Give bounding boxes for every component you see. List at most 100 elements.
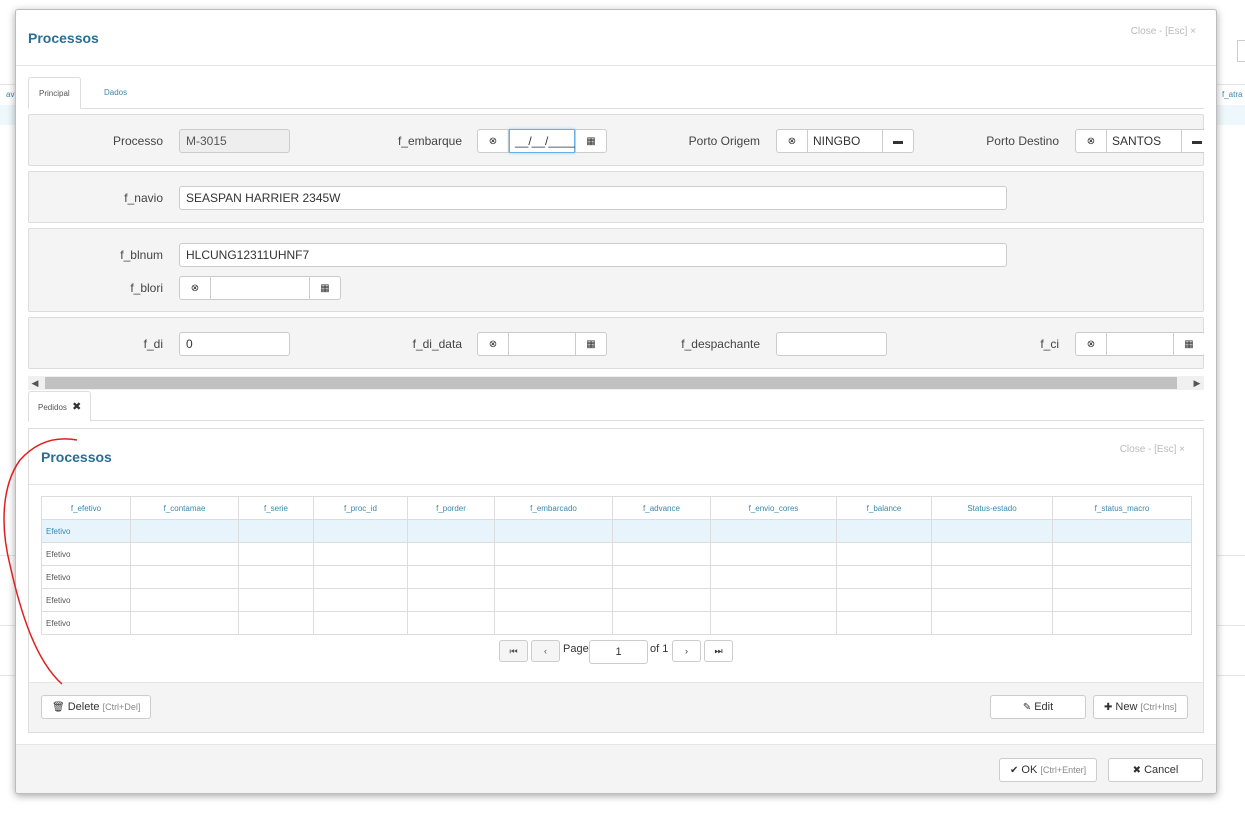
table-cell	[130, 519, 239, 543]
form-row-bl: f_blnum HLCUNG12311UHNF7 f_blori ⊗ ▦	[28, 228, 1204, 312]
tab-pedidos[interactable]: Pedidos ✖	[28, 391, 92, 422]
last-page-icon[interactable]: ⏭	[704, 640, 733, 662]
horizontal-scrollbar[interactable]: ◀ ▶	[28, 376, 1204, 390]
modal-footer: ✔ OK [Ctrl+Enter] ✖ Cancel	[16, 744, 1216, 793]
table-cell	[407, 519, 495, 543]
table-cell	[407, 565, 495, 589]
calendar-icon[interactable]: ▦	[309, 276, 341, 300]
f-di-data-date-input[interactable]	[509, 332, 575, 356]
scrollbar-thumb[interactable]	[45, 377, 1177, 389]
new-button[interactable]: ✚ New [Ctrl+Ins]	[1093, 695, 1188, 719]
close-icon: ✖	[1132, 765, 1142, 776]
porto-destino-label: Porto Destino	[986, 134, 1059, 148]
calendar-icon[interactable]: ▦	[1173, 332, 1204, 356]
column-header[interactable]: f_contamae	[130, 496, 239, 520]
column-header[interactable]: f_balance	[836, 496, 932, 520]
scroll-left-icon[interactable]: ◀	[28, 376, 42, 390]
table-cell: Efetivo	[41, 519, 131, 543]
ok-button-label: OK	[1021, 764, 1038, 776]
folder-open-icon[interactable]: ▬	[882, 129, 914, 153]
table-row[interactable]: Efetivo	[41, 588, 1192, 612]
check-icon: ✔	[1010, 765, 1019, 776]
close-x-icon[interactable]: ✖	[72, 401, 81, 413]
clear-icon[interactable]: ⊗	[179, 276, 211, 300]
table-row[interactable]: Efetivo	[41, 519, 1192, 543]
pedidos-table: f_efetivo f_contamae f_serie f_proc_id f…	[41, 496, 1192, 635]
table-cell	[836, 542, 932, 566]
scroll-right-icon[interactable]: ▶	[1190, 376, 1204, 390]
table-cell	[931, 611, 1053, 635]
prev-page-icon[interactable]: ‹	[531, 640, 560, 662]
clear-icon[interactable]: ⊗	[477, 332, 509, 356]
folder-open-icon[interactable]: ▬	[1181, 129, 1204, 153]
column-header[interactable]: f_porder	[407, 496, 495, 520]
table-cell	[612, 542, 711, 566]
column-header[interactable]: f_serie	[238, 496, 314, 520]
table-cell	[407, 611, 495, 635]
pager: ⏮ ‹ Page 1 of 1 › ⏭	[499, 640, 739, 664]
f-navio-input[interactable]: SEASPAN HARRIER 2345W	[179, 186, 1007, 210]
sublist-close-link[interactable]: Close - [Esc] ×	[1120, 444, 1185, 455]
table-row[interactable]: Efetivo	[41, 611, 1192, 635]
cancel-button[interactable]: ✖ Cancel	[1108, 758, 1203, 782]
divider	[29, 484, 1203, 485]
table-cell	[313, 565, 408, 589]
page-number-input[interactable]: 1	[589, 640, 648, 664]
f-blnum-input[interactable]: HLCUNG12311UHNF7	[179, 243, 1007, 267]
porto-destino-input[interactable]: SANTOS	[1107, 129, 1181, 153]
f-embarque-date-input[interactable]: __/__/____	[509, 129, 575, 153]
tab-dados[interactable]: Dados	[94, 77, 137, 108]
table-row[interactable]: Efetivo	[41, 565, 1192, 589]
column-header[interactable]: f_embarcado	[494, 496, 613, 520]
clear-icon[interactable]: ⊗	[776, 129, 808, 153]
calendar-icon[interactable]: ▦	[575, 129, 607, 153]
column-header[interactable]: f_status_macro	[1052, 496, 1192, 520]
delete-button[interactable]: 🗑 Delete [Ctrl+Del]	[41, 695, 152, 719]
next-page-icon[interactable]: ›	[672, 640, 701, 662]
edit-button-label: Edit	[1034, 701, 1054, 713]
f-blori-label: f_blori	[130, 281, 163, 295]
column-header[interactable]: f_proc_id	[313, 496, 408, 520]
f-despachante-input[interactable]	[776, 332, 887, 356]
trash-icon: 🗑	[52, 702, 65, 713]
calendar-icon[interactable]: ▦	[575, 332, 607, 356]
column-header[interactable]: f_efetivo	[41, 496, 131, 520]
modal-close-link[interactable]: Close - [Esc] ×	[1131, 26, 1196, 37]
page-label: Page	[563, 643, 589, 655]
table-cell	[710, 519, 837, 543]
f-ci-date-input[interactable]	[1107, 332, 1173, 356]
clear-icon[interactable]: ⊗	[1075, 332, 1107, 356]
tab-principal[interactable]: Principal	[28, 77, 81, 109]
table-cell	[130, 565, 239, 589]
clear-icon[interactable]: ⊗	[1075, 129, 1107, 153]
clear-icon[interactable]: ⊗	[477, 129, 509, 153]
table-cell	[836, 519, 932, 543]
table-cell	[494, 588, 613, 612]
processo-field[interactable]: M-3015	[179, 129, 290, 153]
f-blori-date-input[interactable]	[211, 276, 309, 300]
first-page-icon[interactable]: ⏮	[499, 640, 528, 662]
table-cell	[1052, 565, 1192, 589]
table-row[interactable]: Efetivo	[41, 542, 1192, 566]
background-input	[1237, 40, 1245, 62]
f-di-input[interactable]: 0	[179, 332, 290, 356]
background-column-header: f_atra	[1222, 90, 1243, 99]
table-cell	[407, 542, 495, 566]
table-cell	[612, 565, 711, 589]
ok-button[interactable]: ✔ OK [Ctrl+Enter]	[999, 758, 1098, 782]
f-despachante-label: f_despachante	[681, 337, 760, 351]
main-tabs: Principal Dados	[28, 77, 1204, 109]
column-header[interactable]: Status-estado	[931, 496, 1053, 520]
table-cell	[494, 542, 613, 566]
porto-origem-input[interactable]: NINGBO	[808, 129, 882, 153]
column-header[interactable]: f_envio_cores	[710, 496, 837, 520]
table-cell	[238, 519, 314, 543]
edit-button[interactable]: ✎ Edit	[990, 695, 1086, 719]
column-header[interactable]: f_advance	[612, 496, 711, 520]
modal-title: Processos	[28, 30, 99, 46]
pedidos-panel: Processos Close - [Esc] × f_efetivo f_co…	[28, 428, 1204, 733]
table-cell	[612, 611, 711, 635]
table-cell	[710, 542, 837, 566]
table-cell	[612, 519, 711, 543]
table-cell	[612, 588, 711, 612]
